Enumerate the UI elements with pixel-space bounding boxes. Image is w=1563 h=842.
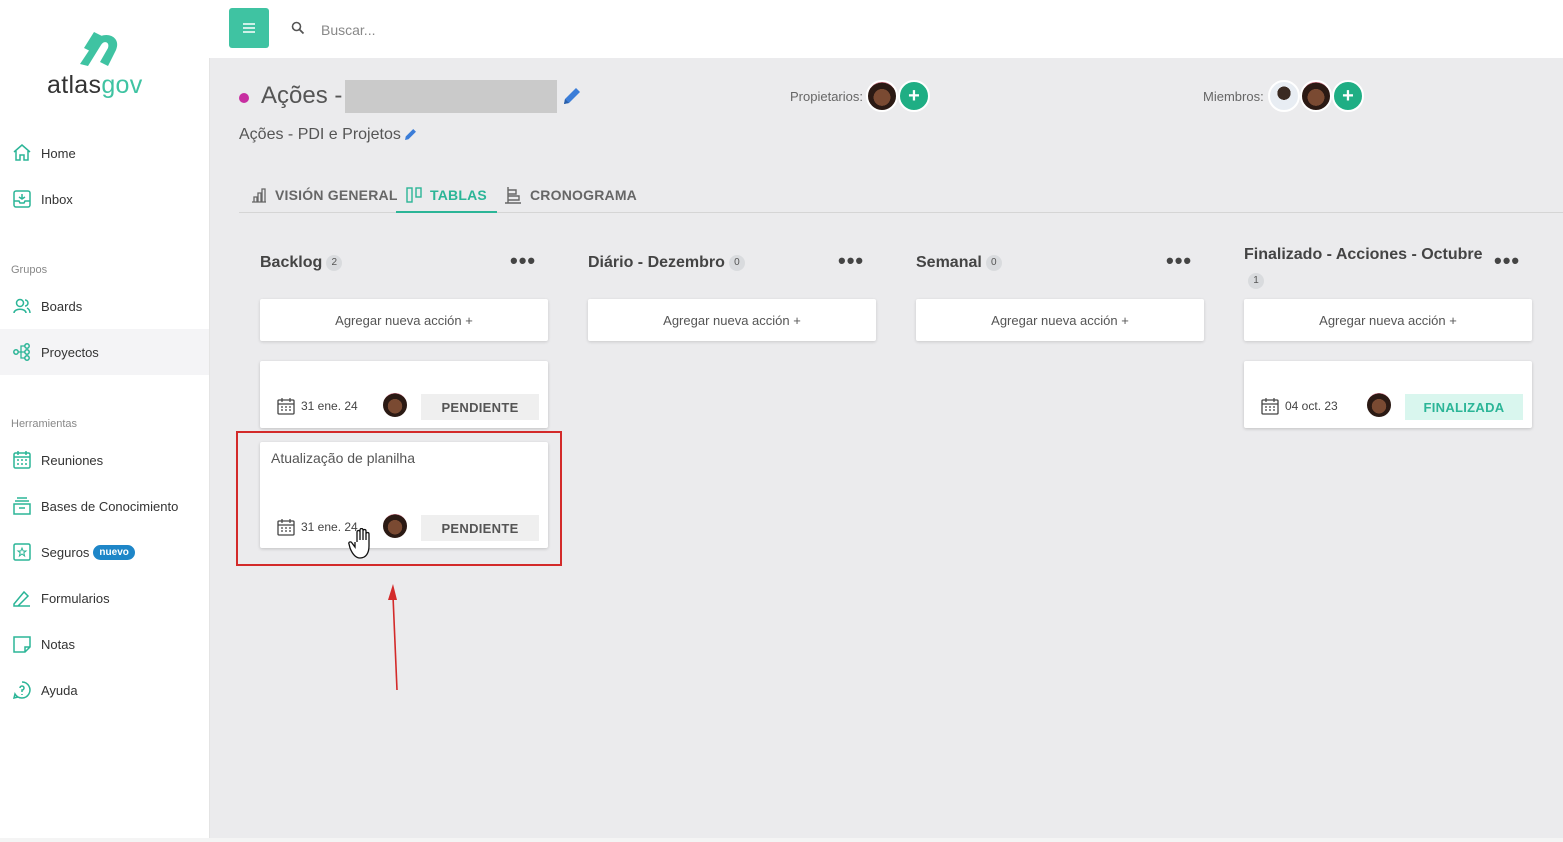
- column-title-backlog: Backlog 2: [260, 254, 343, 272]
- chart-icon: [252, 188, 266, 203]
- sidebar-item-bases[interactable]: Bases de Conocimiento: [0, 483, 209, 529]
- sidebar-item-label: Boards: [41, 298, 83, 314]
- plus-icon: +: [1342, 84, 1354, 107]
- sidebar-item-label: Home: [41, 145, 76, 161]
- sidebar-item-reuniones[interactable]: Reuniones: [0, 437, 209, 483]
- column-more-icon[interactable]: •••: [1166, 248, 1192, 274]
- home-icon: [12, 143, 32, 163]
- sidebar-item-boards[interactable]: Boards: [0, 283, 209, 329]
- sidebar-item-proyectos[interactable]: Proyectos: [0, 329, 209, 375]
- column-title-diario: Diário - Dezembro 0: [588, 254, 745, 272]
- column-count: 0: [728, 254, 745, 271]
- status-badge: PENDIENTE: [421, 394, 539, 420]
- archive-icon: [12, 496, 32, 516]
- add-action-button[interactable]: Agregar nueva acción +: [1244, 299, 1532, 341]
- status-badge: PENDIENTE: [421, 515, 539, 541]
- sidebar-item-label: Formularios: [41, 590, 110, 606]
- timeline-icon: [505, 187, 521, 204]
- section-label-groups: Grupos: [11, 264, 48, 276]
- assignee-avatar[interactable]: [381, 391, 409, 419]
- action-card[interactable]: 04 oct. 23 FINALIZADA: [1244, 361, 1532, 428]
- action-card[interactable]: Atualização de planilha 31 ene. 24 PENDI…: [260, 442, 548, 548]
- column-title-finalizado: Finalizado - Acciones - Octubre 1: [1244, 242, 1484, 294]
- add-action-button[interactable]: Agregar nueva acción +: [916, 299, 1204, 341]
- menu-toggle-button[interactable]: [229, 8, 269, 48]
- add-action-button[interactable]: Agregar nueva acción +: [260, 299, 548, 341]
- sidebar-item-label: Proyectos: [41, 344, 99, 360]
- column-title-semanal: Semanal 0: [916, 254, 1002, 272]
- sidebar-item-label: Bases de Conocimiento: [41, 498, 179, 514]
- board-icon: [406, 186, 422, 203]
- sidebar-item-label: Seguros: [41, 544, 90, 560]
- tab-tablas[interactable]: TABLAS: [396, 178, 497, 213]
- column-count: 0: [985, 254, 1002, 271]
- assignee-avatar[interactable]: [1365, 391, 1393, 419]
- calendar-icon: [1261, 398, 1279, 415]
- bottom-edge: [0, 838, 1563, 842]
- column-more-icon[interactable]: •••: [838, 248, 864, 274]
- sidebar-item-notas[interactable]: Notas: [0, 621, 209, 667]
- sidebar-item-label: Notas: [41, 636, 75, 652]
- new-badge: nuevo: [93, 544, 135, 560]
- card-due-date: 31 ene. 24: [277, 397, 358, 415]
- member-avatar[interactable]: [1300, 80, 1332, 112]
- edit-title-icon[interactable]: [561, 85, 583, 107]
- project-icon: [12, 342, 32, 362]
- card-title: Atualização de planilha: [271, 450, 415, 466]
- action-card[interactable]: 31 ene. 24 PENDIENTE: [260, 361, 548, 428]
- page-title: Ações -: [261, 82, 343, 109]
- column-count: 2: [326, 254, 343, 271]
- safe-icon: [12, 542, 32, 562]
- inbox-icon: [12, 189, 32, 209]
- sidebar-item-label: Reuniones: [41, 452, 104, 468]
- owner-avatar[interactable]: [866, 80, 898, 112]
- sidebar-item-label: Inbox: [41, 191, 73, 207]
- column-more-icon[interactable]: •••: [510, 248, 536, 274]
- project-status-dot: [239, 93, 249, 103]
- search-icon: [291, 21, 305, 35]
- sidebar: atlasgov Home Inbox Grupos Boards Proyec…: [0, 0, 210, 842]
- redacted-title-block: [345, 80, 557, 113]
- column-more-icon[interactable]: •••: [1494, 248, 1520, 274]
- member-avatar[interactable]: [1268, 80, 1300, 112]
- add-owner-button[interactable]: +: [898, 80, 930, 112]
- tab-vision-general[interactable]: VISIÓN GENERAL: [251, 178, 398, 212]
- help-icon: [12, 680, 32, 700]
- edit-subtitle-icon[interactable]: [403, 127, 418, 142]
- assignee-avatar[interactable]: [381, 512, 409, 540]
- card-due-date: 31 ene. 24: [277, 518, 358, 536]
- note-icon: [12, 634, 32, 654]
- project-subtitle: Ações - PDI e Projetos: [239, 126, 401, 143]
- annotation-arrow-icon: [388, 584, 398, 691]
- search-input[interactable]: [319, 18, 723, 42]
- brand-wordmark: atlasgov: [47, 71, 143, 99]
- members-label: Miembros:: [1203, 89, 1264, 104]
- sidebar-item-home[interactable]: Home: [0, 130, 209, 176]
- top-bar: [209, 0, 1563, 58]
- calendar-icon: [277, 519, 295, 536]
- status-badge: FINALIZADA: [1405, 394, 1523, 420]
- sidebar-item-inbox[interactable]: Inbox: [0, 176, 209, 222]
- calendar-icon: [277, 398, 295, 415]
- project-tabs: VISIÓN GENERAL TABLAS CRONOGRAMA: [239, 178, 1563, 213]
- add-member-button[interactable]: +: [1332, 80, 1364, 112]
- calendar-icon: [12, 450, 32, 470]
- sidebar-item-ayuda[interactable]: Ayuda: [0, 667, 209, 713]
- users-icon: [12, 296, 32, 316]
- sidebar-item-seguros[interactable]: Seguros nuevo: [0, 529, 209, 575]
- plus-icon: +: [908, 84, 920, 107]
- add-action-button[interactable]: Agregar nueva acción +: [588, 299, 876, 341]
- sidebar-item-label: Ayuda: [41, 682, 78, 698]
- hamburger-icon: [243, 23, 255, 33]
- tab-cronograma[interactable]: CRONOGRAMA: [504, 178, 637, 212]
- owners-label: Propietarios:: [790, 89, 863, 104]
- card-due-date: 04 oct. 23: [1261, 397, 1338, 415]
- hand-cursor-icon: [348, 528, 370, 559]
- column-count: 1: [1248, 272, 1264, 289]
- sidebar-item-formularios[interactable]: Formularios: [0, 575, 209, 621]
- section-label-tools: Herramientas: [11, 418, 78, 430]
- form-icon: [12, 588, 32, 608]
